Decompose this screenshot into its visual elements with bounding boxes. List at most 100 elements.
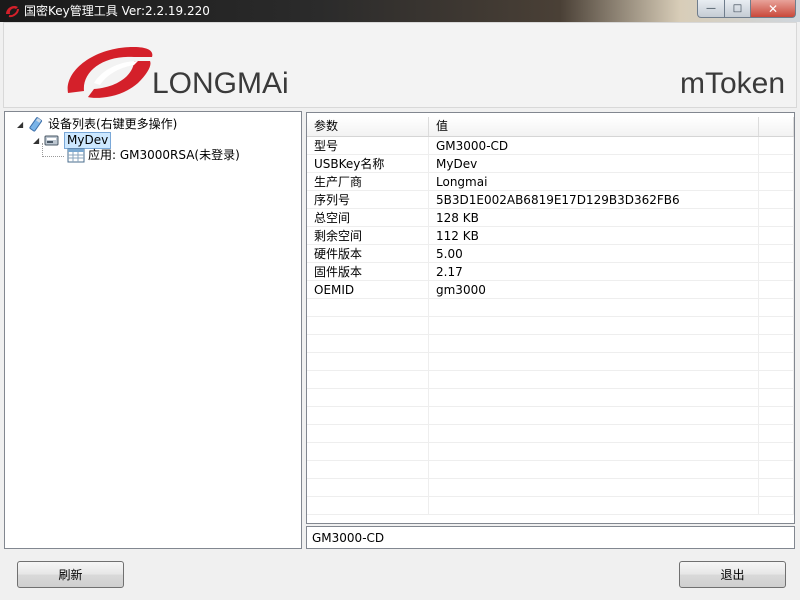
value-cell: gm3000	[429, 281, 759, 299]
filler-cell	[759, 461, 794, 479]
param-cell: 硬件版本	[307, 245, 429, 263]
param-cell	[307, 317, 429, 335]
table-row[interactable]	[307, 461, 794, 479]
table-row[interactable]	[307, 407, 794, 425]
value-cell: 128 KB	[429, 209, 759, 227]
param-cell	[307, 443, 429, 461]
value-cell: 5B3D1E002AB6819E17D129B3D362FB6	[429, 191, 759, 209]
main-window: 国密Key管理工具 Ver:2.2.19.220 — □ ✕ LONGMAi m…	[0, 0, 800, 600]
filler-cell	[759, 263, 794, 281]
table-row[interactable]	[307, 353, 794, 371]
minimize-button[interactable]: —	[697, 0, 725, 18]
table-row[interactable]: 硬件版本 5.00	[307, 245, 794, 263]
table-row[interactable]: 生产厂商 Longmai	[307, 173, 794, 191]
device-tree-panel[interactable]: ◢ 设备列表(右键更多操作) ◢ MyDev 应用: GM3000RSA(未登录…	[4, 111, 302, 549]
table-row[interactable]: 总空间 128 KB	[307, 209, 794, 227]
filler-cell	[759, 335, 794, 353]
value-cell: GM3000-CD	[429, 137, 759, 155]
value-cell	[429, 353, 759, 371]
filler-cell	[759, 155, 794, 173]
column-header-param[interactable]: 参数	[307, 117, 429, 136]
param-cell: USBKey名称	[307, 155, 429, 173]
table-row[interactable]	[307, 317, 794, 335]
table-row[interactable]	[307, 335, 794, 353]
value-cell	[429, 389, 759, 407]
close-icon: ✕	[767, 1, 779, 16]
tree-item-mydev-label: MyDev	[64, 132, 112, 149]
header-banner: LONGMAi mToken	[3, 22, 797, 108]
longmai-logo-icon	[67, 47, 153, 98]
value-cell	[429, 443, 759, 461]
param-cell	[307, 335, 429, 353]
collapse-arrow-icon[interactable]: ◢	[17, 117, 27, 132]
tree-item-mydev[interactable]: ◢ MyDev	[33, 132, 112, 149]
filler-cell	[759, 389, 794, 407]
table-row[interactable]	[307, 479, 794, 497]
app-icon	[6, 5, 19, 18]
window-controls: — □ ✕	[697, 0, 796, 18]
selected-value-field[interactable]: GM3000-CD	[306, 526, 795, 549]
param-cell: 型号	[307, 137, 429, 155]
table-row[interactable]	[307, 497, 794, 515]
value-cell	[429, 317, 759, 335]
filler-cell	[759, 281, 794, 299]
properties-table[interactable]: 参数 值 型号 GM3000-CD USBKey名称 MyDev 生产厂商 Longmai…	[306, 112, 795, 524]
column-header-filler	[759, 117, 794, 136]
value-cell: MyDev	[429, 155, 759, 173]
filler-cell	[759, 371, 794, 389]
filler-cell	[759, 209, 794, 227]
table-row[interactable]: 固件版本 2.17	[307, 263, 794, 281]
param-cell: 剩余空间	[307, 227, 429, 245]
mtoken-logo-text: mToken	[680, 67, 786, 100]
value-cell: 2.17	[429, 263, 759, 281]
param-cell: 总空间	[307, 209, 429, 227]
filler-cell	[759, 173, 794, 191]
value-cell	[429, 461, 759, 479]
param-cell	[307, 407, 429, 425]
table-row[interactable]	[307, 371, 794, 389]
table-row[interactable]	[307, 389, 794, 407]
tree-root-device-list[interactable]: ◢ 设备列表(右键更多操作)	[17, 117, 177, 132]
filler-cell	[759, 497, 794, 515]
param-cell	[307, 389, 429, 407]
param-cell: OEMID	[307, 281, 429, 299]
table-row[interactable]: 剩余空间 112 KB	[307, 227, 794, 245]
param-cell	[307, 371, 429, 389]
value-cell: Longmai	[429, 173, 759, 191]
filler-cell	[759, 353, 794, 371]
column-header-value[interactable]: 值	[429, 117, 759, 136]
exit-button[interactable]: 退出	[679, 561, 786, 588]
table-row[interactable]: USBKey名称 MyDev	[307, 155, 794, 173]
title-bar[interactable]: 国密Key管理工具 Ver:2.2.19.220 — □ ✕	[0, 0, 800, 22]
filler-cell	[759, 479, 794, 497]
table-row[interactable]	[307, 299, 794, 317]
table-row[interactable]	[307, 443, 794, 461]
tree-connector-line	[42, 156, 64, 157]
value-cell	[429, 425, 759, 443]
device-icon	[44, 135, 59, 146]
param-cell: 固件版本	[307, 263, 429, 281]
table-row[interactable]	[307, 425, 794, 443]
close-button[interactable]: ✕	[751, 0, 796, 18]
value-cell	[429, 479, 759, 497]
table-app-icon	[67, 148, 85, 163]
param-cell	[307, 299, 429, 317]
refresh-button[interactable]: 刷新	[17, 561, 124, 588]
value-cell	[429, 497, 759, 515]
table-row[interactable]: OEMID gm3000	[307, 281, 794, 299]
param-cell	[307, 425, 429, 443]
maximize-button[interactable]: □	[725, 0, 751, 18]
filler-cell	[759, 227, 794, 245]
maximize-icon: □	[732, 3, 743, 14]
value-cell: 112 KB	[429, 227, 759, 245]
filler-cell	[759, 425, 794, 443]
param-cell: 生产厂商	[307, 173, 429, 191]
tree-root-label: 设备列表(右键更多操作)	[48, 117, 178, 131]
window-title: 国密Key管理工具 Ver:2.2.19.220	[24, 4, 210, 18]
table-body: 型号 GM3000-CD USBKey名称 MyDev 生产厂商 Longmai 序列号 5B…	[307, 137, 794, 515]
param-cell	[307, 497, 429, 515]
table-row[interactable]: 序列号 5B3D1E002AB6819E17D129B3D362FB6	[307, 191, 794, 209]
filler-cell	[759, 317, 794, 335]
tree-item-app[interactable]: 应用: GM3000RSA(未登录)	[67, 148, 240, 163]
table-row[interactable]: 型号 GM3000-CD	[307, 137, 794, 155]
